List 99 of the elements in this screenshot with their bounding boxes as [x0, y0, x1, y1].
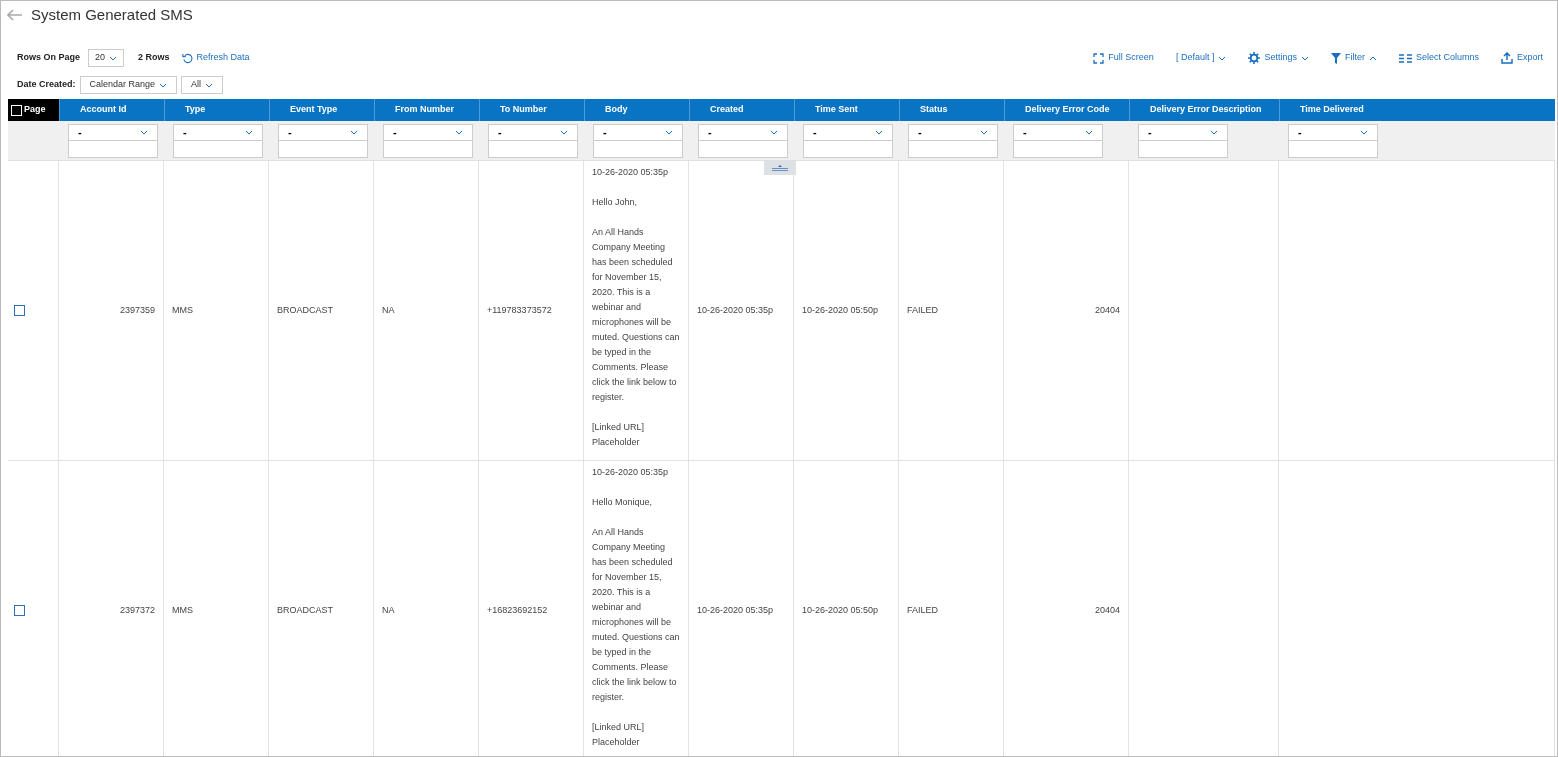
filter-input[interactable]: [488, 141, 578, 158]
column-header[interactable]: Event Type: [269, 99, 374, 121]
rows-per-page-dropdown[interactable]: 20: [88, 49, 125, 67]
table-cell: 20404: [1004, 461, 1129, 756]
filter-input[interactable]: [803, 141, 893, 158]
select-all-checkbox[interactable]: [11, 104, 22, 116]
caret-icon: [109, 55, 118, 61]
filter-dropdown[interactable]: -: [803, 124, 893, 141]
table-cell: +119783373572: [479, 161, 584, 461]
filter-input[interactable]: [908, 141, 998, 158]
expand-icon: [1093, 52, 1105, 64]
gear-icon: [1248, 52, 1261, 64]
column-header[interactable]: Time Sent: [794, 99, 899, 121]
row-count: 2 Rows: [138, 51, 170, 65]
caret-icon: [159, 82, 168, 88]
table-cell: MMS: [164, 461, 269, 756]
caret-icon: [140, 130, 148, 135]
table-cell: NA: [374, 461, 479, 756]
column-header[interactable]: Status: [899, 99, 1004, 121]
caret-icon: [245, 130, 253, 135]
column-header[interactable]: To Number: [479, 99, 584, 121]
refresh-data-link[interactable]: Refresh Data: [181, 51, 250, 65]
filter-input[interactable]: [1288, 141, 1378, 158]
column-header[interactable]: Delivery Error Code: [1004, 99, 1129, 121]
caret-icon: [1300, 55, 1309, 61]
settings-button[interactable]: Settings: [1248, 51, 1309, 65]
caret-up-icon: [1368, 55, 1377, 61]
filter-dropdown[interactable]: -: [278, 124, 368, 141]
table-cell: +16823692152: [479, 461, 584, 756]
table-cell: NA: [374, 161, 479, 461]
filter-input[interactable]: [383, 141, 473, 158]
filter-input[interactable]: [698, 141, 788, 158]
column-header[interactable]: Body: [584, 99, 689, 121]
columns-icon: [1398, 53, 1412, 63]
filter-button[interactable]: Filter: [1330, 51, 1377, 65]
refresh-icon: [181, 52, 193, 64]
columns-button[interactable]: Select Columns: [1398, 51, 1479, 65]
caret-icon: [455, 130, 463, 135]
caret-icon: [560, 130, 568, 135]
table-cell: FAILED: [899, 161, 1004, 461]
caret-icon: [980, 130, 988, 135]
back-arrow-icon[interactable]: [7, 9, 23, 21]
fullscreen-button[interactable]: Full Screen: [1093, 51, 1154, 65]
caret-icon: [1218, 55, 1227, 61]
filter-dropdown[interactable]: -: [698, 124, 788, 141]
table-cell: BROADCAST: [269, 161, 374, 461]
column-header[interactable]: Created: [689, 99, 794, 121]
filter-input[interactable]: [593, 141, 683, 158]
view-dropdown[interactable]: [ Default ]: [1175, 51, 1227, 65]
filter-dropdown[interactable]: -: [173, 124, 263, 141]
caret-icon: [770, 130, 778, 135]
filter-input[interactable]: [1013, 141, 1103, 158]
table-cell: 10-26-2020 05:50p: [794, 461, 899, 756]
message-body: 10-26-2020 05:35p Hello John, An All Hands Company Meeting has been scheduled for November 15, 2020. This is a webinar and microphones will be muted. Questions can be typed in the Comments. Please click the link below to register. [Linked URL] Placeholder: [584, 161, 689, 461]
caret-icon: [875, 130, 883, 135]
date-value-dropdown[interactable]: All: [181, 76, 224, 94]
message-body: 10-26-2020 05:35p Hello Monique, An All Hands Company Meeting has been scheduled for November 15, 2020. This is a webinar and microphones will be muted. Questions can be typed in the Comments. Please click the link below to register. [Linked URL] Placeholder: [584, 461, 689, 756]
filter-icon: [1330, 52, 1341, 64]
filter-input[interactable]: [278, 141, 368, 158]
page-label: Page: [24, 103, 46, 117]
filter-dropdown[interactable]: -: [383, 124, 473, 141]
caret-icon: [1085, 130, 1093, 135]
table-cell: 2397359: [59, 161, 164, 461]
column-header[interactable]: Delivery Error Description: [1129, 99, 1279, 121]
column-header[interactable]: Type: [164, 99, 269, 121]
filter-dropdown[interactable]: -: [1013, 124, 1103, 141]
row-checkbox[interactable]: [14, 305, 25, 316]
date-range-dropdown[interactable]: Calendar Range: [79, 76, 178, 94]
filter-input[interactable]: [1138, 141, 1228, 158]
table-cell: 10-26-2020 05:35p: [689, 461, 794, 756]
filter-input[interactable]: [68, 141, 158, 158]
resize-handle[interactable]: [764, 161, 796, 175]
page-title: System Generated SMS: [31, 4, 193, 25]
column-header[interactable]: From Number: [374, 99, 479, 121]
caret-icon: [665, 130, 673, 135]
date-created-label: Date Created:: [17, 78, 76, 92]
column-header[interactable]: Account Id: [59, 99, 164, 121]
rows-on-page-label: Rows On Page: [17, 51, 80, 65]
filter-dropdown[interactable]: -: [488, 124, 578, 141]
filter-dropdown[interactable]: -: [1138, 124, 1228, 141]
filter-dropdown[interactable]: -: [1288, 124, 1378, 141]
caret-icon: [1360, 130, 1368, 135]
table-cell: FAILED: [899, 461, 1004, 756]
filter-dropdown[interactable]: -: [68, 124, 158, 141]
table-cell: BROADCAST: [269, 461, 374, 756]
table-cell: 2397372: [59, 461, 164, 756]
caret-icon: [350, 130, 358, 135]
column-header[interactable]: Time Delivered: [1279, 99, 1555, 121]
filter-dropdown[interactable]: -: [908, 124, 998, 141]
export-icon: [1501, 52, 1513, 64]
caret-icon: [205, 82, 214, 88]
table-cell: 10-26-2020 05:50p: [794, 161, 899, 461]
table-cell: MMS: [164, 161, 269, 461]
table-cell: 20404: [1004, 161, 1129, 461]
filter-input[interactable]: [173, 141, 263, 158]
caret-icon: [1210, 130, 1218, 135]
filter-dropdown[interactable]: -: [593, 124, 683, 141]
row-checkbox[interactable]: [14, 605, 25, 616]
export-button[interactable]: Export: [1501, 51, 1543, 65]
